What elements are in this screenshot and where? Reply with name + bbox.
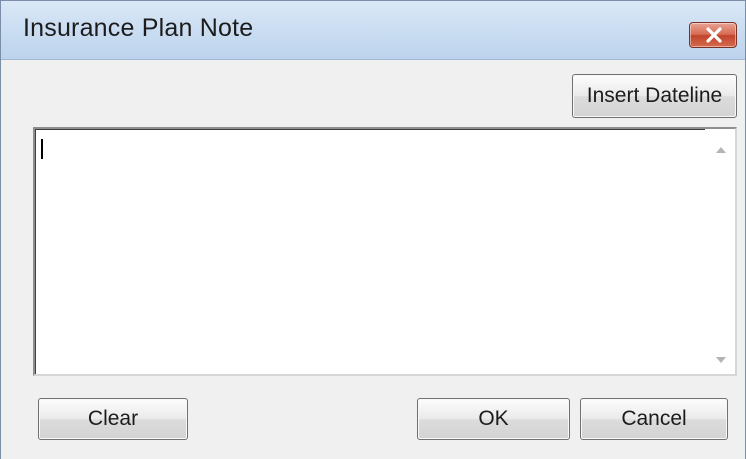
- title-bar[interactable]: Insurance Plan Note: [1, 0, 745, 60]
- text-cursor: [41, 139, 43, 159]
- vertical-scrollbar[interactable]: [705, 129, 735, 374]
- close-icon: [706, 27, 722, 43]
- ok-button[interactable]: OK: [417, 398, 570, 440]
- scroll-up-arrow-icon[interactable]: [716, 147, 726, 153]
- note-text-area-frame: [33, 127, 737, 376]
- window-title: Insurance Plan Note: [23, 14, 254, 42]
- clear-button[interactable]: Clear: [38, 398, 188, 440]
- cancel-button[interactable]: Cancel: [580, 398, 728, 440]
- insert-dateline-button[interactable]: Insert Dateline: [572, 74, 737, 118]
- window-frame-edge: [1, 0, 745, 1]
- scroll-down-arrow-icon[interactable]: [716, 357, 726, 363]
- note-text-area[interactable]: [39, 131, 705, 372]
- close-button[interactable]: [689, 22, 737, 48]
- insurance-plan-note-dialog: Insurance Plan Note Insert Dateline Clea…: [0, 0, 746, 459]
